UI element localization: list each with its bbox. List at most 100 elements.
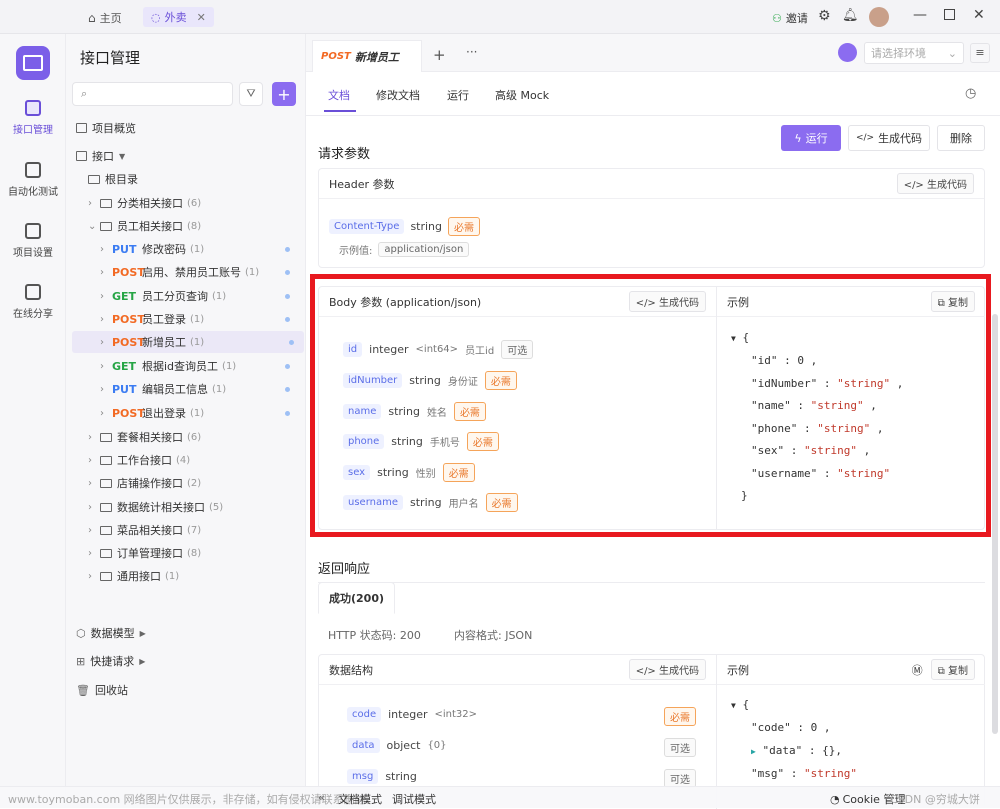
home-tab[interactable]: ⌂ 主页 xyxy=(88,10,122,26)
folder-icon xyxy=(100,455,112,465)
status-dot xyxy=(289,339,294,345)
nav-project-settings[interactable]: 项目设置 xyxy=(0,223,66,259)
bell-icon[interactable]: 🔔︎ xyxy=(842,8,859,23)
folder-icon xyxy=(100,432,112,442)
delete-button[interactable]: 删除 xyxy=(937,125,985,151)
share-icon xyxy=(25,284,41,300)
trash-icon: 🗑︎ xyxy=(76,683,90,697)
chevron-down-icon: ⌄ xyxy=(88,220,97,232)
add-button[interactable]: + xyxy=(272,82,296,106)
status-dot xyxy=(285,269,290,275)
root-folder[interactable]: 根目录 xyxy=(66,168,306,190)
new-tab-plus-icon[interactable]: + xyxy=(433,46,446,64)
endpoint-item[interactable]: › POST 启用、禁用员工账号 (1) xyxy=(66,261,306,283)
resp-gen-code-button[interactable]: </> 生成代码 xyxy=(628,659,706,680)
menu-icon[interactable]: ≡ xyxy=(970,43,990,63)
debug-mode-toggle[interactable]: 调试模式 xyxy=(392,791,436,807)
plus-icon: + xyxy=(277,84,291,104)
quick-request[interactable]: ⊞ 快捷请求 ▶ xyxy=(66,650,306,672)
minimize-icon[interactable]: — xyxy=(913,7,927,23)
resp-field-row: code integer <int32> xyxy=(347,707,477,722)
response-tab-success[interactable]: 成功(200) xyxy=(318,582,396,614)
doc-mode-toggle[interactable]: 文档模式 xyxy=(338,791,382,807)
expand-icon[interactable]: ▶ xyxy=(751,747,756,756)
folder-icon xyxy=(100,548,112,558)
resp-copy-button[interactable]: ⧉ 复制 xyxy=(930,659,975,680)
status-dot xyxy=(285,410,290,416)
panel-header: 数据结构 </> 生成代码 xyxy=(319,655,716,685)
gen-code-button[interactable]: </> 生成代码 xyxy=(848,125,930,151)
endpoint-item[interactable]: › POST 退出登录 (1) xyxy=(66,402,306,424)
json-open-brace: ▼ { xyxy=(731,698,750,711)
endpoint-item[interactable]: › PUT 编辑员工信息 (1) xyxy=(66,378,306,400)
endpoint-item-selected[interactable]: › POST 新增员工 (1) xyxy=(72,331,304,353)
folder-item[interactable]: › 店铺操作接口 (2) xyxy=(66,472,306,494)
trash[interactable]: 🗑︎ 回收站 xyxy=(66,679,306,701)
run-button[interactable]: ϟ 运行 xyxy=(781,125,841,151)
chevron-right-icon: › xyxy=(100,313,104,325)
more-icon[interactable]: ··· xyxy=(466,45,477,59)
title-bar: ⌂ 主页 ◌ 外卖 ✕ ⚇ 邀请 ⚙ 🔔︎ — ✕ xyxy=(0,0,1000,34)
doc-tab-active[interactable]: POST 新增员工 xyxy=(312,40,422,72)
endpoint-item[interactable]: › POST 员工登录 (1) xyxy=(66,308,306,330)
chevron-right-icon: › xyxy=(100,407,104,419)
chevron-right-icon: › xyxy=(88,197,92,209)
chevron-down-icon: ▼ xyxy=(119,151,126,161)
endpoint-item[interactable]: › PUT 修改密码 (1) xyxy=(66,238,306,260)
search-icon: ⌕ xyxy=(81,87,88,100)
endpoint-item[interactable]: › GET 员工分页查询 (1) xyxy=(66,285,306,307)
env-select[interactable]: 请选择环境 ⌄ xyxy=(864,42,964,64)
example-row: 示例值: application/json xyxy=(339,242,470,257)
json-line: ▶ "data" : {}, xyxy=(751,744,842,757)
maximize-icon[interactable] xyxy=(944,9,955,20)
collapse-icon[interactable]: ▼ xyxy=(731,701,736,710)
mock-icon[interactable]: Ⓜ xyxy=(912,662,923,678)
status-dot xyxy=(285,363,290,369)
nav-api-management[interactable]: 接口管理 xyxy=(0,100,66,136)
endpoint-item[interactable]: › GET 根据id查询员工 (1) xyxy=(66,355,306,377)
subtab-mock[interactable]: 高级 Mock xyxy=(495,87,549,103)
search-input[interactable]: ⌕ xyxy=(72,82,233,106)
nav-online-share[interactable]: 在线分享 xyxy=(0,284,66,320)
filter-button[interactable]: ⛛ xyxy=(239,82,263,106)
folder-item[interactable]: › 通用接口 (1) xyxy=(66,565,306,587)
env-icon[interactable] xyxy=(838,43,857,62)
history-icon[interactable]: ◷ xyxy=(965,86,976,101)
chevron-right-icon: › xyxy=(88,431,92,443)
folder-item[interactable]: › 菜品相关接口 (7) xyxy=(66,519,306,541)
folder-item[interactable]: › 数据统计相关接口 (5) xyxy=(66,496,306,518)
data-model[interactable]: ⬡ 数据模型 ▶ xyxy=(66,622,306,644)
panel-header: Header 参数 </> 生成代码 xyxy=(319,169,984,199)
folder-item[interactable]: › 套餐相关接口 (6) xyxy=(66,426,306,448)
close-window-icon[interactable]: ✕ xyxy=(973,7,985,23)
bottom-bar: www.toymoban.com 网络图片仅供展示，非存储，如有侵权请联系删除。… xyxy=(0,786,1000,808)
chevron-right-icon: › xyxy=(100,266,104,278)
header-gen-code-button[interactable]: </> 生成代码 xyxy=(896,173,974,194)
close-icon[interactable]: ✕ xyxy=(197,11,206,24)
nav-auto-test[interactable]: 自动化测试 xyxy=(0,162,66,198)
avatar[interactable] xyxy=(869,7,889,27)
folder-icon xyxy=(100,525,112,535)
collapse-sidebar-icon[interactable]: « xyxy=(318,791,325,804)
active-project-tab[interactable]: ◌ 外卖 ✕ xyxy=(143,7,214,27)
code-icon: </> xyxy=(855,133,875,143)
subtab-edit[interactable]: 修改文档 xyxy=(376,87,420,103)
subtab-doc[interactable]: 文档 xyxy=(328,87,350,103)
chevron-right-icon: › xyxy=(88,524,92,536)
scrollbar[interactable] xyxy=(992,314,998,734)
divider xyxy=(306,115,1000,116)
folder-item[interactable]: › 工作台接口 (4) xyxy=(66,449,306,471)
api-root[interactable]: 接口 ▼ xyxy=(66,145,306,167)
chevron-right-icon: › xyxy=(100,360,104,372)
gear-icon[interactable]: ⚙ xyxy=(818,8,831,24)
invite-button[interactable]: ⚇ 邀请 xyxy=(772,10,808,26)
subtab-run[interactable]: 运行 xyxy=(447,87,469,103)
project-overview[interactable]: 项目概览 xyxy=(66,117,306,139)
folder-item[interactable]: › 订单管理接口 (8) xyxy=(66,542,306,564)
cube-icon: ⬡ xyxy=(76,626,86,640)
folder-item[interactable]: › 分类相关接口 (6) xyxy=(66,192,306,214)
status-dot xyxy=(285,246,290,252)
status-dot xyxy=(285,386,290,392)
folder-item[interactable]: ⌄ 员工相关接口 (8) xyxy=(66,215,306,237)
folder-icon xyxy=(100,198,112,208)
